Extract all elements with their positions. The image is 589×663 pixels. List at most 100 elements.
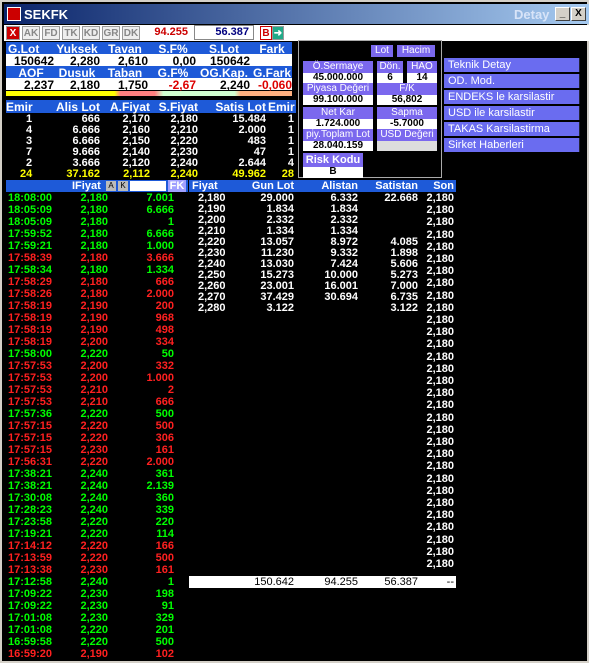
toolbar-button-fd[interactable]: FD — [42, 26, 60, 40]
menu-item-2[interactable]: ENDEKS le karsilastir — [444, 90, 580, 104]
trade-price: 2,190 — [80, 312, 108, 324]
distribution-son-value: 2,180 — [426, 423, 454, 436]
trades-header-fk[interactable]: FK — [168, 180, 186, 192]
distribution-son-value: 2,180 — [426, 326, 454, 339]
trades-filter-input[interactable] — [130, 181, 166, 191]
trade-price: 2,230 — [80, 588, 108, 600]
trade-price: 2,180 — [80, 264, 108, 276]
toolbar-button-tk[interactable]: TK — [62, 26, 80, 40]
trade-lot: 6.666 — [146, 228, 174, 240]
distribution-son-value: 2,180 — [426, 509, 454, 522]
sapma-value: -5.7000 — [377, 119, 437, 129]
toolbar-button-dk[interactable]: DK — [122, 26, 140, 40]
trade-lot: 2.000 — [146, 456, 174, 468]
toolbar-button-x[interactable]: X — [6, 26, 20, 40]
toolbar-button-gr[interactable]: GR — [102, 26, 120, 40]
trade-lot: 161 — [155, 444, 174, 456]
trade-lot: 2.139 — [146, 480, 174, 492]
trade-time: 17:58:26 — [8, 288, 53, 300]
title-bar[interactable]: SEKFK Detay _ X — [4, 4, 589, 24]
distribution-total-3: 56.387 — [384, 576, 418, 588]
menu-item-5[interactable]: Sirket Haberleri — [444, 138, 580, 152]
trade-time: 17:58:39 — [8, 252, 53, 264]
summary-value2-1: 2,180 — [69, 78, 100, 92]
app-icon — [7, 7, 21, 21]
toolbar-button-kd[interactable]: KD — [82, 26, 100, 40]
trade-lot: 329 — [155, 612, 174, 624]
trade-time: 17:58:00 — [8, 348, 53, 360]
trades-a-button[interactable]: A — [106, 181, 116, 191]
distribution-son-value: 2,180 — [426, 277, 454, 290]
distribution-son-value: 2,180 — [426, 265, 454, 278]
trade-time: 17:09:22 — [8, 588, 53, 600]
trade-lot: 3.666 — [146, 252, 174, 264]
toolbar-arrow-button[interactable]: ➜ — [272, 26, 284, 40]
trades-header-ifiyat: IFiyat — [72, 180, 101, 192]
depth-header-0: Emir — [6, 100, 33, 114]
trade-time: 17:59:52 — [8, 228, 53, 240]
window-title: SEKFK — [24, 7, 69, 22]
minimize-button[interactable]: _ — [555, 7, 570, 21]
trade-lot: 1 — [167, 216, 174, 228]
distribution-son-value: 2,180 — [426, 375, 454, 387]
trade-time: 16:59:58 — [8, 636, 53, 648]
hao-value: 14 — [407, 73, 437, 83]
distribution-son-value: 2,180 — [426, 362, 454, 375]
distribution-son-value: 2,180 — [426, 240, 454, 253]
trade-lot: 220 — [155, 516, 174, 528]
trade-lot: 1.334 — [146, 264, 174, 276]
trade-price: 2,200 — [80, 336, 108, 348]
menu-item-0[interactable]: Teknik Detay — [444, 58, 580, 72]
usd-value — [377, 141, 437, 151]
distribution-son-value: 2,180 — [426, 399, 454, 412]
distribution-son-value: 2,180 — [426, 448, 454, 461]
menu-item-3[interactable]: USD ile karsilastir — [444, 106, 580, 120]
lot-button[interactable]: Lot — [371, 45, 393, 57]
distribution-header-0[interactable]: Fiyat — [192, 180, 232, 192]
distribution-header-1: Gun Lot — [251, 180, 294, 192]
distribution-son-value: 2,180 — [426, 533, 454, 546]
hacim-button[interactable]: Hacim — [397, 45, 435, 57]
menu-item-4[interactable]: TAKAS Karsilastirma — [444, 122, 580, 136]
trade-price: 2,220 — [80, 528, 108, 540]
distribution-son-value: 2,180 — [426, 338, 454, 351]
menu-item-1[interactable]: OD. Mod. — [444, 74, 580, 88]
depth-header-1: Alis Lot — [56, 100, 100, 114]
distribution-header-3: Satistan — [375, 180, 418, 192]
distribution-son-value: 2,180 — [426, 350, 454, 363]
depth-header-2: A.Fiyat — [109, 100, 150, 114]
depth-header-5: Emir — [268, 100, 295, 114]
trade-lot: 500 — [155, 552, 174, 564]
trade-lot: 666 — [155, 276, 174, 288]
trade-time: 18:05:09 — [8, 216, 53, 228]
trades-k-button[interactable]: K — [118, 181, 128, 191]
trade-lot: 102 — [155, 648, 174, 660]
trade-time: 17:13:38 — [8, 564, 53, 576]
trade-time: 17:01:08 — [8, 624, 53, 636]
trade-lot: 498 — [155, 324, 174, 336]
distribution-cell: 22.668 — [384, 192, 418, 204]
toolbar-button-ak[interactable]: AK — [22, 26, 40, 40]
trade-price: 2,240 — [80, 468, 108, 480]
trade-time: 17:57:15 — [8, 432, 53, 444]
distribution-son-value: 2,180 — [426, 521, 454, 534]
usd-label[interactable]: USD Değeri — [377, 129, 437, 141]
trade-price: 2,180 — [80, 252, 108, 264]
distribution-son-value: 2,180 — [426, 411, 454, 424]
distribution-son-value: 2,180 — [426, 314, 454, 326]
trade-price: 2,180 — [80, 216, 108, 228]
distribution-son-value: 2,180 — [426, 545, 454, 558]
trade-price: 2,200 — [80, 372, 108, 384]
trade-lot: 968 — [155, 312, 174, 324]
distribution-son-value: 2,180 — [426, 228, 454, 241]
summary-value2-4: 2,240 — [219, 78, 250, 92]
trade-lot: 2 — [167, 384, 174, 396]
trade-lot: 2.000 — [146, 288, 174, 300]
trade-time: 17:57:53 — [8, 384, 53, 396]
trade-time: 17:09:22 — [8, 600, 53, 612]
close-button[interactable]: X — [571, 7, 586, 21]
depth-total-0: 24 — [20, 168, 33, 180]
trade-lot: 666 — [155, 396, 174, 408]
distribution-son-value: 2,180 — [426, 204, 454, 217]
toolbar-b-button[interactable]: B — [260, 26, 272, 40]
